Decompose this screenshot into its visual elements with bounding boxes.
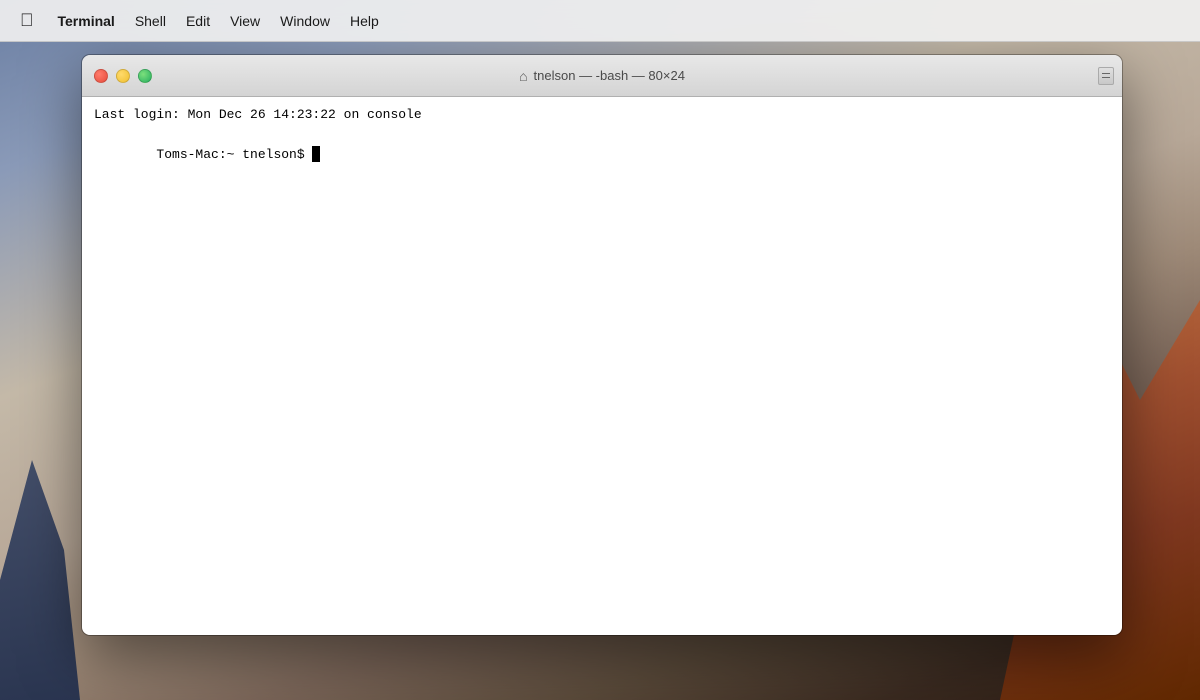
terminal-line-2: Toms-Mac:~ tnelson$ bbox=[94, 125, 1110, 185]
home-icon: ⌂ bbox=[519, 68, 527, 84]
terminal-content[interactable]: Last login: Mon Dec 26 14:23:22 on conso… bbox=[82, 97, 1122, 635]
maximize-button[interactable] bbox=[138, 69, 152, 83]
close-button[interactable] bbox=[94, 69, 108, 83]
menubar-shell[interactable]: Shell bbox=[125, 0, 176, 41]
menubar-help[interactable]: Help bbox=[340, 0, 389, 41]
menubar-view[interactable]: View bbox=[220, 0, 270, 41]
menubar-window[interactable]: Window bbox=[270, 0, 340, 41]
title-bar-scrollbar-button[interactable] bbox=[1098, 67, 1114, 85]
menubar-terminal[interactable]: Terminal bbox=[48, 0, 125, 41]
terminal-cursor bbox=[312, 146, 320, 162]
terminal-line-1: Last login: Mon Dec 26 14:23:22 on conso… bbox=[94, 105, 1110, 125]
menubar-edit[interactable]: Edit bbox=[176, 0, 220, 41]
mountain-left-decoration bbox=[0, 400, 80, 700]
terminal-window: ⌂ tnelson — -bash — 80×24 Last login: Mo… bbox=[82, 55, 1122, 635]
apple-menu[interactable]:  bbox=[12, 0, 48, 41]
traffic-lights bbox=[94, 69, 152, 83]
title-bar-center: ⌂ tnelson — -bash — 80×24 bbox=[519, 68, 685, 84]
menubar:  Terminal Shell Edit View Window Help bbox=[0, 0, 1200, 42]
title-bar: ⌂ tnelson — -bash — 80×24 bbox=[82, 55, 1122, 97]
desktop:  Terminal Shell Edit View Window Help ⌂… bbox=[0, 0, 1200, 700]
minimize-button[interactable] bbox=[116, 69, 130, 83]
window-title: tnelson — -bash — 80×24 bbox=[534, 68, 685, 83]
